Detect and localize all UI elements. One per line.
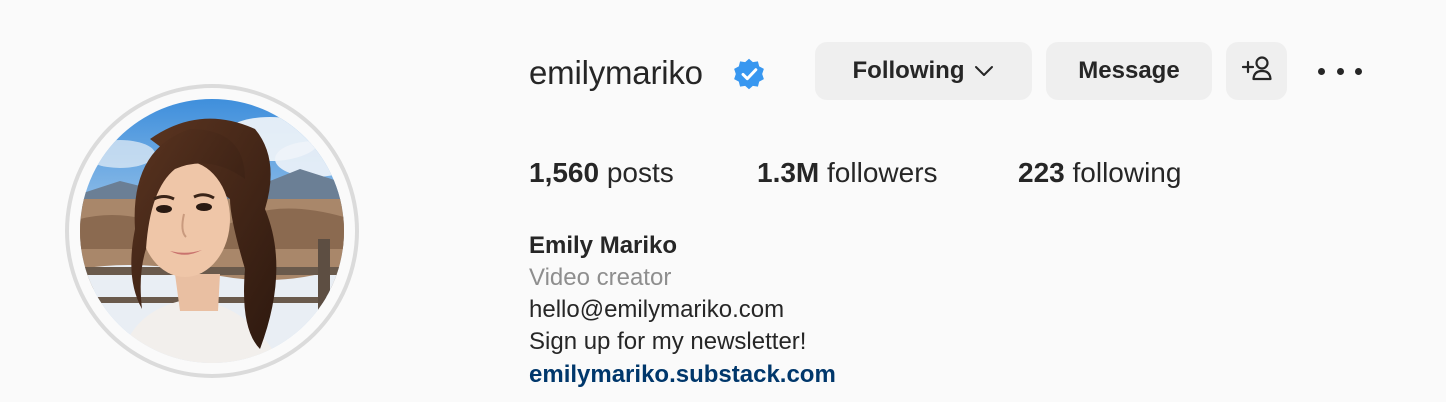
following-button-label: Following <box>852 57 965 84</box>
chevron-down-icon <box>974 65 994 77</box>
more-options-icon[interactable] <box>1318 57 1362 85</box>
bio-text: Sign up for my newsletter! <box>529 328 807 355</box>
avatar-photo <box>80 99 344 363</box>
message-button[interactable]: Message <box>1046 42 1212 100</box>
following-button[interactable]: Following <box>815 42 1032 100</box>
profile-category: Video creator <box>529 264 672 291</box>
avatar[interactable] <box>80 99 344 363</box>
profile-header: emilymariko Following Message 1,560 post… <box>0 0 1446 402</box>
verified-badge-icon <box>732 57 766 91</box>
suggested-users-button[interactable] <box>1226 42 1287 100</box>
profile-username: emilymariko <box>529 54 703 91</box>
following-count-label: following <box>1072 157 1182 188</box>
bio-email: hello@emilymariko.com <box>529 296 785 323</box>
add-user-icon <box>1241 55 1273 88</box>
following-count-value: 223 <box>1018 157 1065 188</box>
avatar-story-ring[interactable] <box>65 84 359 378</box>
posts-count: 1,560 posts <box>529 155 674 191</box>
posts-count-label: posts <box>606 157 674 188</box>
following-count[interactable]: 223 following <box>1018 155 1181 191</box>
followers-count[interactable]: 1.3M followers <box>757 155 938 191</box>
profile-full-name: Emily Mariko <box>529 232 678 259</box>
followers-count-value: 1.3M <box>757 157 820 188</box>
posts-count-value: 1,560 <box>529 157 600 188</box>
message-button-label: Message <box>1078 57 1180 84</box>
followers-count-label: followers <box>827 157 938 188</box>
bio-link[interactable]: emilymariko.substack.com <box>529 359 836 391</box>
